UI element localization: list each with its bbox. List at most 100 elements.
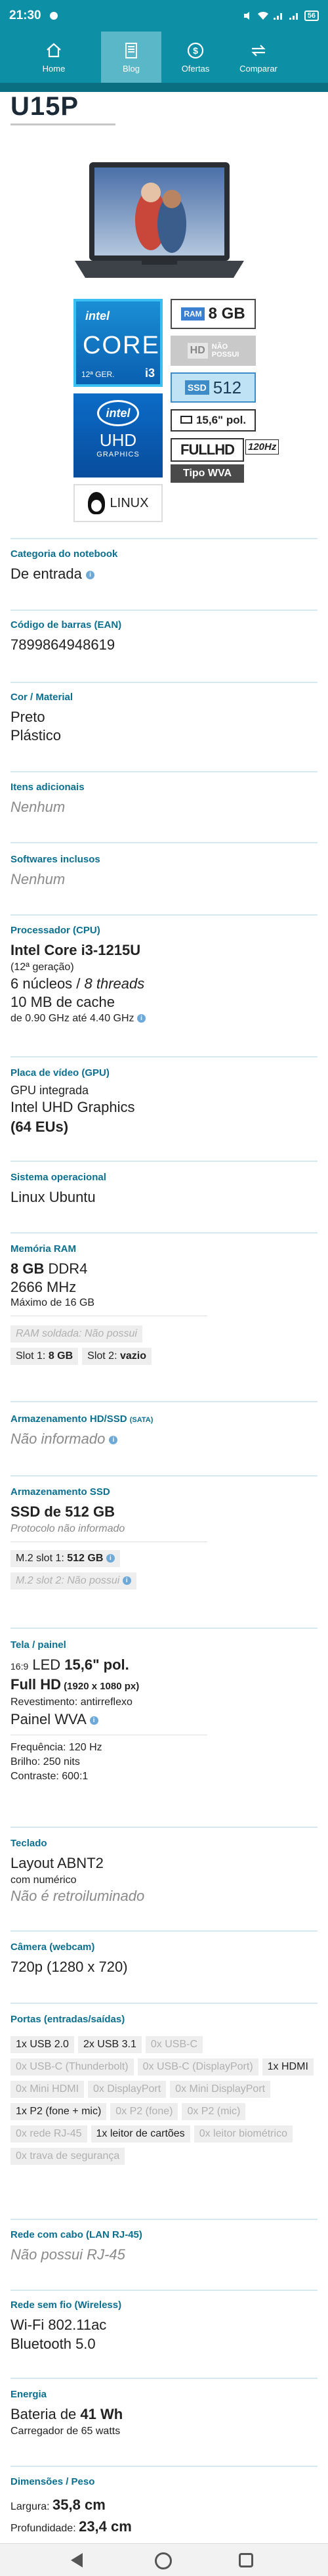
recent-apps-icon[interactable] bbox=[239, 2553, 253, 2567]
m2-slot1-label: M.2 slot 1: bbox=[16, 1553, 68, 1564]
nav-home-label: Home bbox=[42, 63, 66, 74]
linux-badge: LINUX bbox=[73, 484, 163, 522]
port-chip: 0x Mini DisplayPort bbox=[170, 2081, 271, 2098]
nav-blog[interactable]: Blog bbox=[101, 32, 161, 83]
uhd-label: UHD bbox=[99, 430, 137, 450]
section-title: Armazenamento HD/SSD (SATA) bbox=[10, 1413, 318, 1429]
port-chip: 0x Mini HDMI bbox=[10, 2081, 85, 2098]
nav-comparar[interactable]: Comparar bbox=[228, 32, 289, 83]
section-title: Energia bbox=[10, 2389, 47, 2400]
section-energia: Energia Bateria de 41 Wh Carregador de 6… bbox=[10, 2389, 318, 2439]
port-chip: 1x leitor de cartões bbox=[91, 2125, 190, 2143]
hz-badge: 120Hz bbox=[245, 439, 279, 455]
gpu-type: GPU integrada bbox=[10, 1084, 89, 1097]
cpu-name: Intel Core i3-1215U bbox=[10, 942, 141, 958]
tela-painel-text: Painel WVA bbox=[10, 1711, 86, 1727]
hd-badge-value-1: NÃO bbox=[211, 343, 228, 351]
wva-badge: Tipo WVA bbox=[171, 464, 244, 483]
bateria-label: Bateria de bbox=[10, 2406, 81, 2422]
section-title: Sistema operacional bbox=[10, 1172, 106, 1183]
largura-number: 35,8 cm bbox=[52, 2497, 106, 2513]
cpu-cache: 10 MB de cache bbox=[10, 994, 115, 1010]
svg-text:$: $ bbox=[193, 45, 198, 56]
ram-type: DDR4 bbox=[44, 1260, 88, 1277]
ram-size-bold: 8 GB bbox=[10, 1260, 45, 1277]
section-hd: Armazenamento HD/SSD (SATA) Não informad… bbox=[10, 1413, 318, 1449]
categoria-value: De entrada i bbox=[10, 564, 318, 584]
section-divider bbox=[10, 682, 318, 683]
nav-home[interactable]: Home bbox=[24, 32, 84, 83]
intel-uhd-badge: intel UHD GRAPHICS bbox=[73, 393, 163, 477]
info-icon[interactable]: i bbox=[109, 1435, 118, 1444]
battery-icon: 56 bbox=[304, 11, 319, 21]
intel-uhd-logo: intel bbox=[97, 400, 139, 426]
tela-size: 16:9 LED 15,6" pol. bbox=[10, 1655, 318, 1676]
section-divider bbox=[10, 842, 318, 843]
ram-max: Máximo de 16 GB bbox=[10, 1297, 95, 1308]
section-title: Código de barras (EAN) bbox=[10, 619, 122, 631]
section-divider bbox=[10, 538, 318, 539]
notification-icon bbox=[49, 12, 58, 20]
ram-soldada-chip: RAM soldada: Não possui bbox=[10, 1325, 142, 1343]
gpu-eus: (64 EUs) bbox=[10, 1119, 69, 1135]
info-icon[interactable]: i bbox=[106, 1554, 115, 1563]
port-chip: 1x HDMI bbox=[262, 2058, 314, 2076]
info-icon[interactable]: i bbox=[89, 1716, 98, 1725]
signal-icon bbox=[273, 13, 282, 20]
section-title: Processador (CPU) bbox=[10, 925, 100, 936]
info-icon[interactable]: i bbox=[122, 1576, 131, 1586]
dollar-icon: $ bbox=[187, 42, 204, 58]
bateria-wh: 41 Wh bbox=[80, 2406, 123, 2422]
m2-slot1-value: 512 GB bbox=[67, 1553, 104, 1564]
teclado-layout: Layout ABNT2 bbox=[10, 1855, 104, 1871]
section-divider bbox=[10, 1930, 318, 1932]
section-divider bbox=[10, 771, 318, 772]
profundidade-value: Profundidade: 23,4 cm bbox=[10, 2518, 318, 2536]
tela-revestimento: Revestimento: antirreflexo bbox=[10, 1697, 133, 1708]
document-icon bbox=[125, 42, 137, 58]
section-title: Câmera (webcam) bbox=[10, 1942, 95, 1953]
ports-list: 1x USB 2.0 2x USB 3.1 0x USB-C 0x USB-C (Th… bbox=[10, 2036, 318, 2170]
section-itens: Itens adicionais Nenhum bbox=[10, 782, 318, 817]
port-chip: 0x trava de segurança bbox=[10, 2148, 125, 2165]
ram-slots: Slot 1: 8 GB Slot 2: vazio bbox=[10, 1348, 318, 1370]
section-title: Cor / Material bbox=[10, 692, 73, 703]
compare-icon bbox=[251, 44, 266, 56]
ram-chips: RAM soldada: Não possui bbox=[10, 1325, 318, 1348]
back-icon[interactable] bbox=[71, 2553, 83, 2567]
ram-badge-value: 8 GB bbox=[208, 305, 245, 322]
bateria-value: Bateria de 41 Wh bbox=[10, 2405, 318, 2424]
home-button-icon[interactable] bbox=[155, 2552, 172, 2569]
section-ean: Código de barras (EAN) 7899864948619 bbox=[10, 619, 318, 655]
wifi-icon bbox=[257, 11, 268, 20]
itens-value: Nenhum bbox=[10, 799, 66, 815]
teclado-retro: Não é retroiluminado bbox=[10, 1888, 145, 1904]
nav-ofertas[interactable]: $ Ofertas bbox=[165, 32, 226, 83]
section-tela: Tela / painel 16:9 LED 15,6" pol. Full H… bbox=[10, 1639, 318, 1784]
section-ram: Memória RAM 8 GB DDR4 2666 MHz Máximo de… bbox=[10, 1243, 318, 1370]
section-divider bbox=[10, 1056, 318, 1057]
m2-slot2-row: M.2 slot 2: Não possui i bbox=[10, 1572, 318, 1595]
m2-slot1-chip: M.2 slot 1: 512 GB i bbox=[10, 1550, 120, 1567]
port-chip: 0x P2 (fone) bbox=[110, 2103, 178, 2120]
ssd-badge: SSD 512 bbox=[171, 372, 256, 403]
mute-icon bbox=[243, 12, 249, 20]
info-icon[interactable]: i bbox=[137, 1014, 146, 1023]
fullhd-label: FULLHD bbox=[180, 441, 235, 458]
screen-badge-value: 15,6" pol. bbox=[195, 414, 247, 426]
port-chip: 0x leitor biométrico bbox=[194, 2125, 293, 2143]
nav-comparar-label: Comparar bbox=[239, 63, 277, 74]
nav-blog-label: Blog bbox=[122, 63, 140, 74]
largura-value: Largura: 35,8 cm bbox=[10, 2492, 318, 2518]
wifi-value: Wi-Fi 802.11ac bbox=[10, 2317, 107, 2333]
ram-size: 8 GB DDR4 bbox=[10, 1259, 318, 1279]
m2-slots: M.2 slot 1: 512 GB i bbox=[10, 1550, 318, 1572]
fullhd-badge: FULLHD bbox=[171, 438, 244, 462]
profundidade-number: 23,4 cm bbox=[79, 2518, 132, 2535]
slot1-value: 8 GB bbox=[48, 1350, 73, 1362]
section-title: Portas (entradas/saídas) bbox=[10, 2014, 125, 2025]
info-icon[interactable]: i bbox=[85, 570, 94, 579]
port-chip: 0x USB-C (Thunderbolt) bbox=[10, 2058, 134, 2076]
graphics-label: GRAPHICS bbox=[96, 451, 140, 458]
section-divider bbox=[10, 2003, 318, 2004]
